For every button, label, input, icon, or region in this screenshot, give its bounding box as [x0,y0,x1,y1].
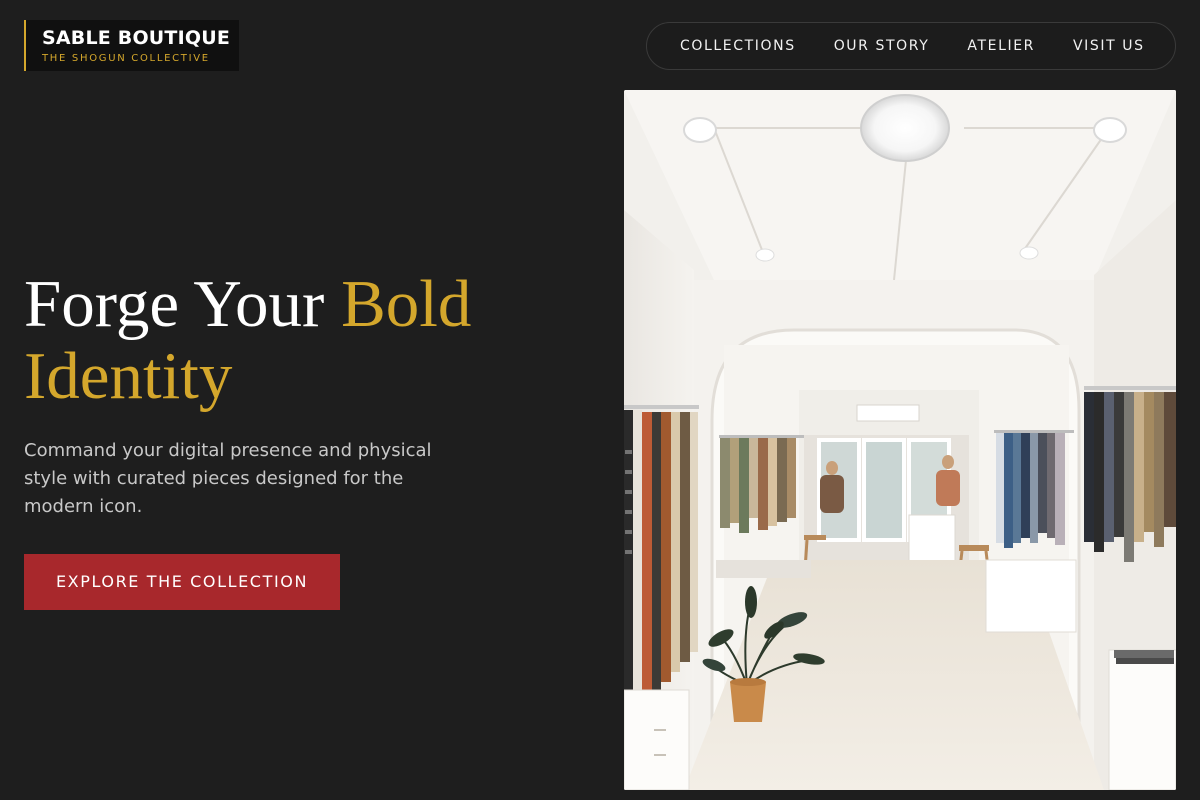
brand-tagline: THE SHOGUN COLLECTIVE [42,53,210,64]
nav-item-our-story[interactable]: OUR STORY [834,38,930,54]
headline-accent-bold: Bold [341,267,472,341]
headline-accent-identity: Identity [24,339,233,413]
explore-collection-button[interactable]: EXPLORE THE COLLECTION [24,554,340,610]
brand-logo[interactable]: SABLE BOUTIQUE THE SHOGUN COLLECTIVE [24,20,239,71]
nav-item-atelier[interactable]: ATELIER [967,38,1035,54]
hero-headline: Forge Your Bold Identity [24,268,584,412]
headline-text: Forge Your [24,267,342,341]
boutique-interior-image [624,90,1176,790]
hero-description: Command your digital presence and physic… [24,440,432,517]
main-nav: COLLECTIONS OUR STORY ATELIER VISIT US [646,22,1176,70]
nav-item-collections[interactable]: COLLECTIONS [680,38,796,54]
brand-name: SABLE BOUTIQUE [42,27,231,49]
nav-item-visit-us[interactable]: VISIT US [1073,38,1145,54]
